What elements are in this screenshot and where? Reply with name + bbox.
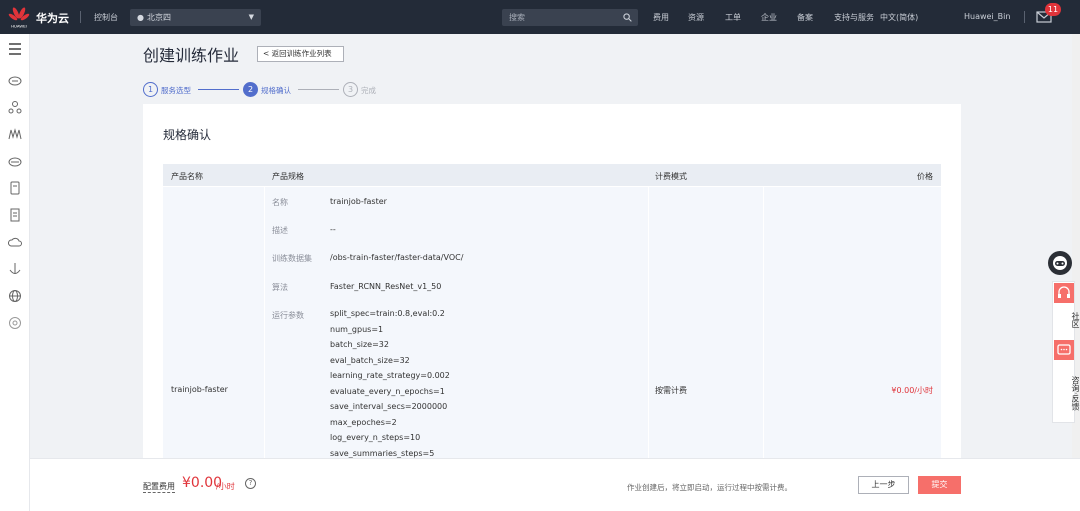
spec-label-name: 名称 (272, 198, 288, 207)
cloud-icon[interactable] (8, 235, 22, 249)
region-select[interactable]: ● 北京四 ▼ (130, 9, 261, 26)
globe-icon[interactable] (8, 289, 22, 303)
step-connector (198, 89, 239, 90)
caret-down-icon: ▼ (248, 13, 254, 21)
column-header-billing: 计费模式 (655, 172, 687, 181)
column-divider (763, 187, 764, 464)
nav-support[interactable]: 支持与服务 (834, 12, 874, 23)
step-1-label: 服务选型 (161, 86, 191, 95)
footer-bar: 配置费用 ¥0.00 /小时 ? 作业创建后，将立即启动，运行过程中按需计费。 … (30, 458, 1080, 511)
menu-icon[interactable] (8, 42, 22, 56)
spec-value-name: trainjob-faster (330, 197, 387, 206)
anchor-icon[interactable] (8, 262, 22, 276)
region-value: 北京四 (146, 13, 171, 22)
spec-label-description: 描述 (272, 226, 288, 235)
run-parameter: batch_size=32 (330, 340, 389, 349)
nav-filing[interactable]: 备案 (797, 12, 813, 23)
run-parameter: split_spec=train:0.8,eval:0.2 (330, 309, 445, 318)
nav-enterprise[interactable]: 企业 (761, 12, 777, 23)
brand-name[interactable]: 华为云 (36, 10, 69, 26)
step-indicator: 1 服务选型 2 规格确认 3 完成 (143, 82, 443, 98)
nav-resources[interactable]: 资源 (688, 12, 704, 23)
back-to-list-button[interactable]: < 返回训练作业列表 (257, 46, 344, 62)
submit-button[interactable]: 提交 (918, 476, 961, 494)
document-icon[interactable] (8, 208, 22, 222)
feedback-chat-icon[interactable] (1054, 340, 1074, 360)
column-header-product-name: 产品名称 (171, 172, 203, 181)
service-robot-icon[interactable] (1047, 250, 1073, 276)
run-parameter: evaluate_every_n_epochs=1 (330, 386, 445, 396)
divider (1024, 11, 1025, 23)
config-fee-unit: /小时 (216, 482, 235, 491)
product-name-cell: trainjob-faster (171, 385, 228, 394)
nav-tickets[interactable]: 工单 (725, 12, 741, 23)
run-parameter: save_interval_secs=2000000 (330, 402, 448, 411)
step-3-label: 完成 (361, 86, 376, 95)
run-parameter: log_every_n_steps=10 (330, 433, 421, 442)
price-cell: ¥0.00/小时 (891, 386, 933, 395)
spec-confirm-panel: 规格确认 产品名称 产品规格 计费模式 价格 名称 trainjob-faste… (143, 104, 961, 464)
search-placeholder: 搜索 (509, 13, 525, 22)
run-parameter: eval_batch_size=32 (330, 355, 410, 365)
svg-text:HUAWEI: HUAWEI (11, 24, 27, 29)
spec-value-dataset: /obs-train-faster/faster-data/VOC/ (330, 253, 464, 262)
help-float-panel: 社区 咨询·反馈 (1052, 281, 1080, 423)
nav-fees[interactable]: 费用 (653, 12, 669, 23)
run-parameters-list: split_spec=train:0.8,eval:0.2 num_gpus=1… (330, 306, 450, 461)
modelarts-icon[interactable] (8, 127, 22, 141)
community-headset-icon[interactable] (1054, 283, 1074, 303)
column-header-spec: 产品规格 (272, 172, 304, 181)
step-connector (298, 89, 339, 90)
feedback-link[interactable]: 咨询·反馈 (1059, 365, 1080, 421)
spec-value-description: -- (330, 225, 336, 234)
panel-title: 规格确认 (163, 128, 212, 142)
config-fee-label[interactable]: 配置费用 (143, 481, 175, 493)
user-menu[interactable]: Huawei_Bin (964, 12, 1010, 21)
location-pin-icon: ● (137, 13, 144, 22)
step-3-circle: 3 (343, 82, 358, 97)
table-header: 产品名称 产品规格 计费模式 价格 (163, 164, 941, 186)
service-icon[interactable] (8, 316, 22, 330)
language-select[interactable]: 中文(简体) (880, 12, 918, 23)
spec-label-dataset: 训练数据集 (272, 254, 312, 263)
previous-step-button[interactable]: 上一步 (858, 476, 909, 494)
console-link[interactable]: 控制台 (94, 12, 118, 23)
divider (80, 11, 81, 23)
notification-badge: 11 (1045, 3, 1061, 16)
spec-label-algorithm: 算法 (272, 283, 288, 292)
run-parameter: learning_rate_strategy=0.002 (330, 371, 450, 380)
storage-icon[interactable] (8, 181, 22, 195)
column-header-price: 价格 (917, 172, 933, 181)
help-icon[interactable]: ? (245, 478, 256, 489)
billing-note: 作业创建后，将立即启动，运行过程中按需计费。 (627, 483, 792, 492)
network-icon[interactable] (8, 100, 22, 114)
search-input[interactable]: 搜索 (502, 9, 638, 26)
database-icon[interactable] (8, 154, 22, 168)
search-icon[interactable] (623, 13, 632, 22)
run-parameter: num_gpus=1 (330, 324, 384, 334)
table-row: 名称 trainjob-faster 描述 -- 训练数据集 /obs-trai… (163, 187, 941, 464)
huawei-logo[interactable]: HUAWEI (8, 5, 30, 29)
step-2-label: 规格确认 (261, 86, 291, 95)
run-parameter: max_epoches=2 (330, 417, 397, 427)
community-link[interactable]: 社区 (1059, 308, 1080, 332)
spec-value-algorithm: Faster_RCNN_ResNet_v1_50 (330, 282, 442, 291)
column-divider (264, 187, 265, 464)
cloud-server-icon[interactable] (8, 73, 22, 87)
billing-mode-cell: 按需计费 (655, 386, 687, 395)
spec-label-params: 运行参数 (272, 311, 304, 320)
step-2-circle: 2 (243, 82, 258, 97)
service-sidebar (0, 34, 30, 511)
page-title: 创建训练作业 (143, 46, 240, 65)
top-navigation-bar: HUAWEI 华为云 控制台 ● 北京四 ▼ 搜索 费用 资源 工单 企业 备案 … (0, 0, 1080, 34)
step-1-circle: 1 (143, 82, 158, 97)
column-divider (648, 187, 649, 464)
